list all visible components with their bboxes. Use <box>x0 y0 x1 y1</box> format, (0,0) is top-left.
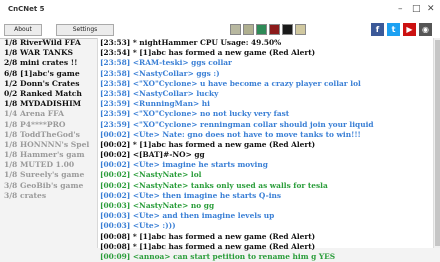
toolbar: About Settings f t ▶ ◉ <box>0 20 440 39</box>
youtube-icon[interactable]: ▶ <box>403 23 416 36</box>
chat-message: [00:02] <Ute> imagine he starts moving <box>100 160 268 170</box>
color-swatch[interactable] <box>295 24 306 35</box>
game-list-item[interactable]: 1/8 WAR TANKS <box>4 48 94 58</box>
chat-message: [23:59] <RunningMan> hi <box>100 99 210 109</box>
game-list: 1/8 RiverWild FFA 1/8 WAR TANKS 2/8 mini c… <box>4 38 94 201</box>
chat-message: [00:02] * [1]abc has formed a new game (… <box>100 139 316 149</box>
about-button[interactable]: About <box>4 24 42 36</box>
game-list-item[interactable]: 0/2 Ranked Match <box>4 89 94 99</box>
minimize-button[interactable]: – <box>398 4 403 14</box>
game-list-item[interactable]: 1/8 MYDADISHIM <box>4 99 94 109</box>
game-list-item[interactable]: 3/8 GeoBib's game <box>4 181 94 191</box>
window-title: CnCNet 5 <box>8 5 45 13</box>
color-swatch[interactable] <box>269 24 280 35</box>
settings-button[interactable]: Settings <box>56 24 114 36</box>
twitter-icon[interactable]: t <box>387 23 400 36</box>
chat-message: [00:08] * [1]abc has formed a new game (… <box>100 241 316 251</box>
chat-message: [00:03] <NastyNate> no gg <box>100 201 215 210</box>
chat-message: [23:59] <"XO"Cyclone> no not lucky very … <box>100 109 290 119</box>
color-swatch[interactable] <box>230 24 241 35</box>
chat-message: [00:03] <Ute> :))) <box>100 221 176 231</box>
game-list-item[interactable]: 3/8 crates <box>4 191 94 201</box>
color-swatch[interactable] <box>282 24 293 35</box>
game-list-item[interactable]: 1/8 Sureely's game <box>4 170 94 180</box>
chat-scrollbar[interactable] <box>433 38 440 248</box>
game-list-item[interactable]: 2/8 mini crates !! <box>4 58 94 68</box>
game-list-item[interactable]: 1/2 Donn's Crates <box>4 79 94 89</box>
scrollbar-thumb[interactable] <box>435 40 440 246</box>
maximize-button[interactable]: □ <box>412 4 421 14</box>
chat-log: [23:53] * nightHammer CPU Usage: 49.50%[… <box>97 38 434 261</box>
game-list-item[interactable]: 1/8 MUTED 1.00 <box>4 160 94 170</box>
chat-message: [23:58] <"XO"Cyclone> u have become a cr… <box>100 78 361 88</box>
chat-message: [23:59] <"XO"Cyclone> renningman collar … <box>100 119 374 129</box>
color-swatch[interactable] <box>256 24 267 35</box>
game-list-item[interactable]: 1/8 HONNNN's Spel <box>4 140 94 150</box>
chat-message: [00:08] * [1]abc has formed a new game (… <box>100 231 316 241</box>
chat-message: [00:02] <NastyNate> tanks only used as w… <box>100 180 328 190</box>
title-bar: CnCNet 5 – □ ✕ <box>0 0 440 20</box>
chat-message: [00:02] <Ute> then imagine he starts Q-i… <box>100 190 282 200</box>
chat-message: [00:02] <[BAT]#-NO> gg <box>100 150 205 160</box>
chat-message: [00:03] <Ute> and then imagine levels up <box>100 211 275 221</box>
chat-message: [23:58] <RAM-teski> ggs collar <box>100 58 232 68</box>
chat-message: [23:53] * nightHammer CPU Usage: 49.50% <box>100 38 282 47</box>
facebook-icon[interactable]: f <box>371 23 384 36</box>
chat-message: [00:02] <Ute> Nate: gno does not have to… <box>100 129 361 139</box>
color-swatch[interactable] <box>243 24 254 35</box>
settings-icon[interactable]: ◉ <box>419 23 432 36</box>
chat-message: [00:02] <NastyNate> lol <box>100 170 202 180</box>
game-list-item[interactable]: 1/8 Hammer's gam <box>4 150 94 160</box>
chat-message: [23:58] <NastyCollar> ggs :) <box>100 68 220 78</box>
chat-message: [23:58] <NastyCollar> lucky <box>100 88 219 98</box>
game-list-item[interactable]: 1/8 P4****PRO <box>4 120 94 130</box>
chat-message: [00:09] <annoa> can start petition to re… <box>100 251 336 261</box>
game-list-item[interactable]: 1/8 ToddTheGod's <box>4 130 94 140</box>
close-button[interactable]: ✕ <box>427 4 435 14</box>
game-list-item[interactable]: 6/8 [1]abc's game <box>4 69 94 79</box>
chat-message: [23:54] * [1]abc has formed a new game (… <box>100 48 316 58</box>
game-list-item[interactable]: 1/8 RiverWild FFA <box>4 38 94 48</box>
game-list-item[interactable]: 1/4 Arena FFA <box>4 109 94 119</box>
